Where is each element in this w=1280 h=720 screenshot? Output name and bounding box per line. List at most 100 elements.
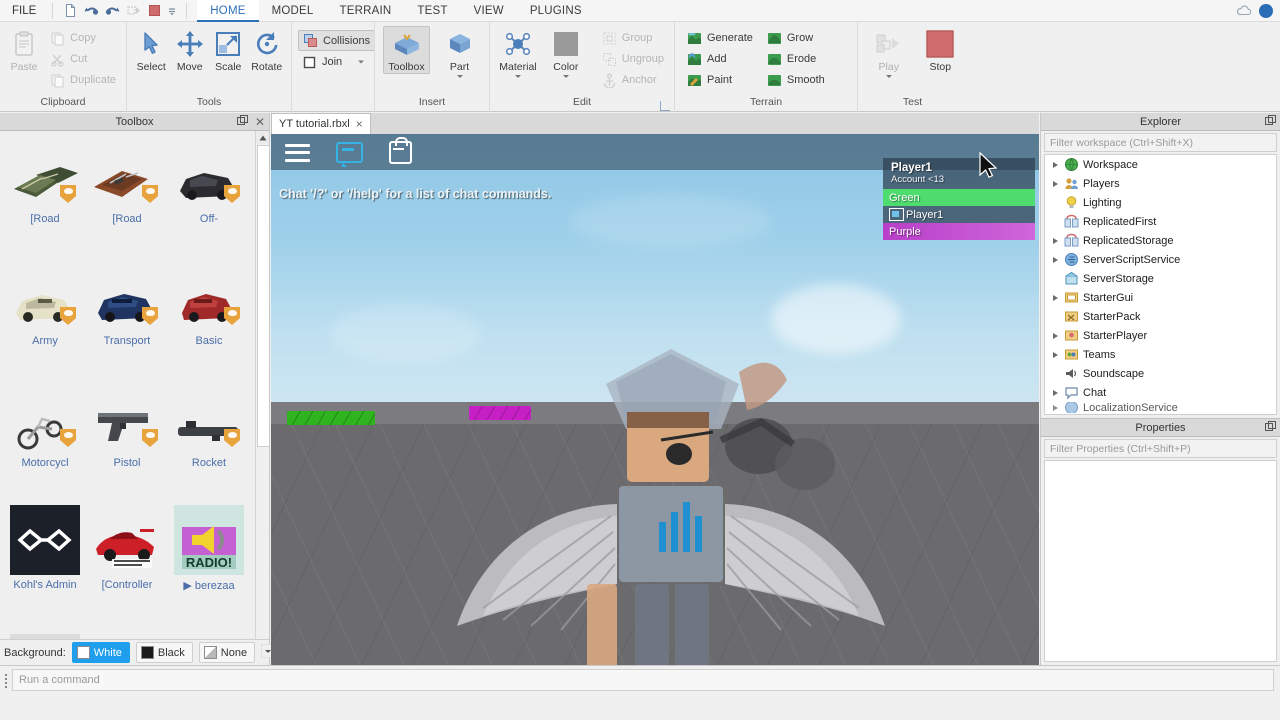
document-tab-close-icon[interactable]: ×	[356, 118, 363, 130]
copy-button[interactable]: Copy	[46, 28, 120, 48]
rotate-tool-button[interactable]: Rotate	[249, 26, 286, 73]
play-icon[interactable]	[126, 3, 141, 18]
terrain-erode-button[interactable]: Erode	[763, 49, 829, 69]
toolbox-item[interactable]: Army	[4, 259, 86, 381]
collisions-toggle[interactable]: Collisions	[298, 30, 376, 51]
cut-button[interactable]: Cut	[46, 49, 120, 69]
toolbox-item[interactable]: [Road	[4, 137, 86, 259]
join-toggle[interactable]: Join	[298, 52, 375, 72]
toolbox-button[interactable]: Toolbox	[383, 26, 430, 74]
background-black-option[interactable]: Black	[135, 642, 193, 663]
game-viewport[interactable]: Chat '/?' or '/help' for a list of chat …	[271, 134, 1039, 665]
play-dropdown-chevron-icon[interactable]	[885, 75, 892, 78]
tree-row[interactable]: ReplicatedFirst	[1045, 212, 1276, 231]
properties-list[interactable]	[1044, 460, 1277, 662]
background-none-option[interactable]: None	[198, 642, 256, 663]
player-list-team-green[interactable]: Green	[883, 189, 1035, 206]
player-list-entry-player1[interactable]: Player1	[883, 206, 1035, 223]
explorer-filter-input[interactable]: Filter workspace (Ctrl+Shift+X)	[1044, 133, 1277, 152]
spawn-pad-green[interactable]	[287, 411, 375, 425]
tree-row[interactable]: LocalizationService	[1045, 402, 1276, 413]
duplicate-button[interactable]: Duplicate	[46, 70, 120, 90]
tree-row[interactable]: Workspace	[1045, 155, 1276, 174]
toolbox-scrollbar[interactable]	[255, 131, 269, 639]
tab-plugins[interactable]: PLUGINS	[517, 0, 595, 22]
toolbox-item[interactable]: Pistol	[86, 381, 168, 503]
part-button[interactable]: Part	[436, 26, 483, 78]
toolbox-item[interactable]: Kohl's Admin	[4, 503, 86, 625]
toolbox-scrollbar-thumb[interactable]	[257, 145, 269, 447]
toolbox-item[interactable]: Off-	[168, 137, 250, 259]
expand-chevron-icon[interactable]	[1051, 350, 1060, 359]
tab-terrain[interactable]: TERRAIN	[327, 0, 405, 22]
toolbox-item[interactable]: Motorcycl	[4, 381, 86, 503]
player-character[interactable]	[421, 254, 921, 665]
toolbox-item[interactable]: [Road	[86, 137, 168, 259]
terrain-generate-button[interactable]: Generate	[683, 28, 757, 48]
select-tool-button[interactable]: Select	[133, 26, 170, 73]
customize-chevron-icon[interactable]	[168, 3, 176, 18]
material-dropdown-chevron-icon[interactable]	[514, 75, 521, 78]
expand-chevron-icon[interactable]	[1051, 388, 1060, 397]
edit-dialog-launcher-icon[interactable]	[660, 101, 670, 111]
scroll-up-arrow-icon[interactable]	[256, 131, 269, 144]
command-input[interactable]: Run a command	[12, 669, 1274, 691]
properties-filter-input[interactable]: Filter Properties (Ctrl+Shift+P)	[1044, 439, 1277, 458]
tree-row[interactable]: Players	[1045, 174, 1276, 193]
terrain-add-button[interactable]: Add	[683, 49, 757, 69]
expand-chevron-icon[interactable]	[1051, 236, 1060, 245]
toolbox-item[interactable]	[168, 625, 250, 639]
terrain-grow-button[interactable]: Grow	[763, 28, 829, 48]
expand-chevron-icon[interactable]	[1051, 403, 1060, 412]
close-icon[interactable]: ✕	[255, 116, 265, 128]
tab-model[interactable]: MODEL	[259, 0, 327, 22]
tree-row[interactable]: StarterGui	[1045, 288, 1276, 307]
redo-icon[interactable]	[105, 3, 120, 18]
group-button[interactable]: Group	[598, 28, 668, 48]
tree-row[interactable]: Teams	[1045, 345, 1276, 364]
join-dropdown-chevron-icon[interactable]	[357, 56, 365, 68]
toolbox-item[interactable]: Basic	[168, 259, 250, 381]
toolbox-item[interactable]: Rocket	[168, 381, 250, 503]
stop-big-button[interactable]: Stop	[920, 26, 962, 73]
explorer-tree[interactable]: Workspace Players Lighting ReplicatedFir…	[1044, 154, 1277, 415]
toolbox-item[interactable]: RADIO! ▶ berezaa	[168, 503, 250, 625]
background-white-option[interactable]: White	[71, 642, 130, 663]
expand-chevron-icon[interactable]	[1051, 255, 1060, 264]
tab-home[interactable]: HOME	[197, 0, 259, 22]
new-file-icon[interactable]	[63, 3, 78, 18]
material-button[interactable]: Material	[496, 26, 540, 78]
undock-icon[interactable]	[1265, 114, 1276, 129]
anchor-button[interactable]: Anchor	[598, 70, 668, 90]
backpack-icon[interactable]	[389, 137, 412, 164]
tab-test[interactable]: TEST	[404, 0, 460, 22]
expand-chevron-icon[interactable]	[1051, 293, 1060, 302]
undock-icon[interactable]	[1265, 420, 1276, 435]
avatar[interactable]	[1259, 3, 1273, 18]
file-menu-button[interactable]: FILE	[0, 0, 48, 22]
color-button[interactable]: Color	[544, 26, 588, 78]
toolbox-results[interactable]: [Road [Road Off- Army Transport Basic Mo…	[0, 131, 269, 639]
paste-button[interactable]: Paste	[6, 26, 42, 73]
player-list-team-purple[interactable]: Purple	[883, 223, 1035, 240]
tab-view[interactable]: VIEW	[461, 0, 517, 22]
tree-row[interactable]: ReplicatedStorage	[1045, 231, 1276, 250]
play-big-button[interactable]: Play	[868, 26, 910, 78]
expand-chevron-icon[interactable]	[1051, 331, 1060, 340]
tree-row[interactable]: Lighting	[1045, 193, 1276, 212]
ungroup-button[interactable]: Ungroup	[598, 49, 668, 69]
cloud-icon[interactable]	[1236, 5, 1252, 16]
tree-row[interactable]: ServerScriptService	[1045, 250, 1276, 269]
toolbox-item[interactable]: [Controller	[86, 503, 168, 625]
document-tab[interactable]: YT tutorial.rbxl ×	[271, 113, 371, 134]
terrain-smooth-button[interactable]: Smooth	[763, 70, 829, 90]
terrain-paint-button[interactable]: Paint	[683, 70, 757, 90]
tree-row[interactable]: StarterPlayer	[1045, 326, 1276, 345]
tree-row[interactable]: Chat	[1045, 383, 1276, 402]
undo-icon[interactable]	[84, 3, 99, 18]
color-dropdown-chevron-icon[interactable]	[562, 75, 569, 78]
drag-grip-icon[interactable]	[0, 666, 12, 692]
toolbox-item[interactable]	[4, 625, 86, 639]
move-tool-button[interactable]: Move	[172, 26, 209, 73]
stop-icon[interactable]	[147, 3, 162, 18]
